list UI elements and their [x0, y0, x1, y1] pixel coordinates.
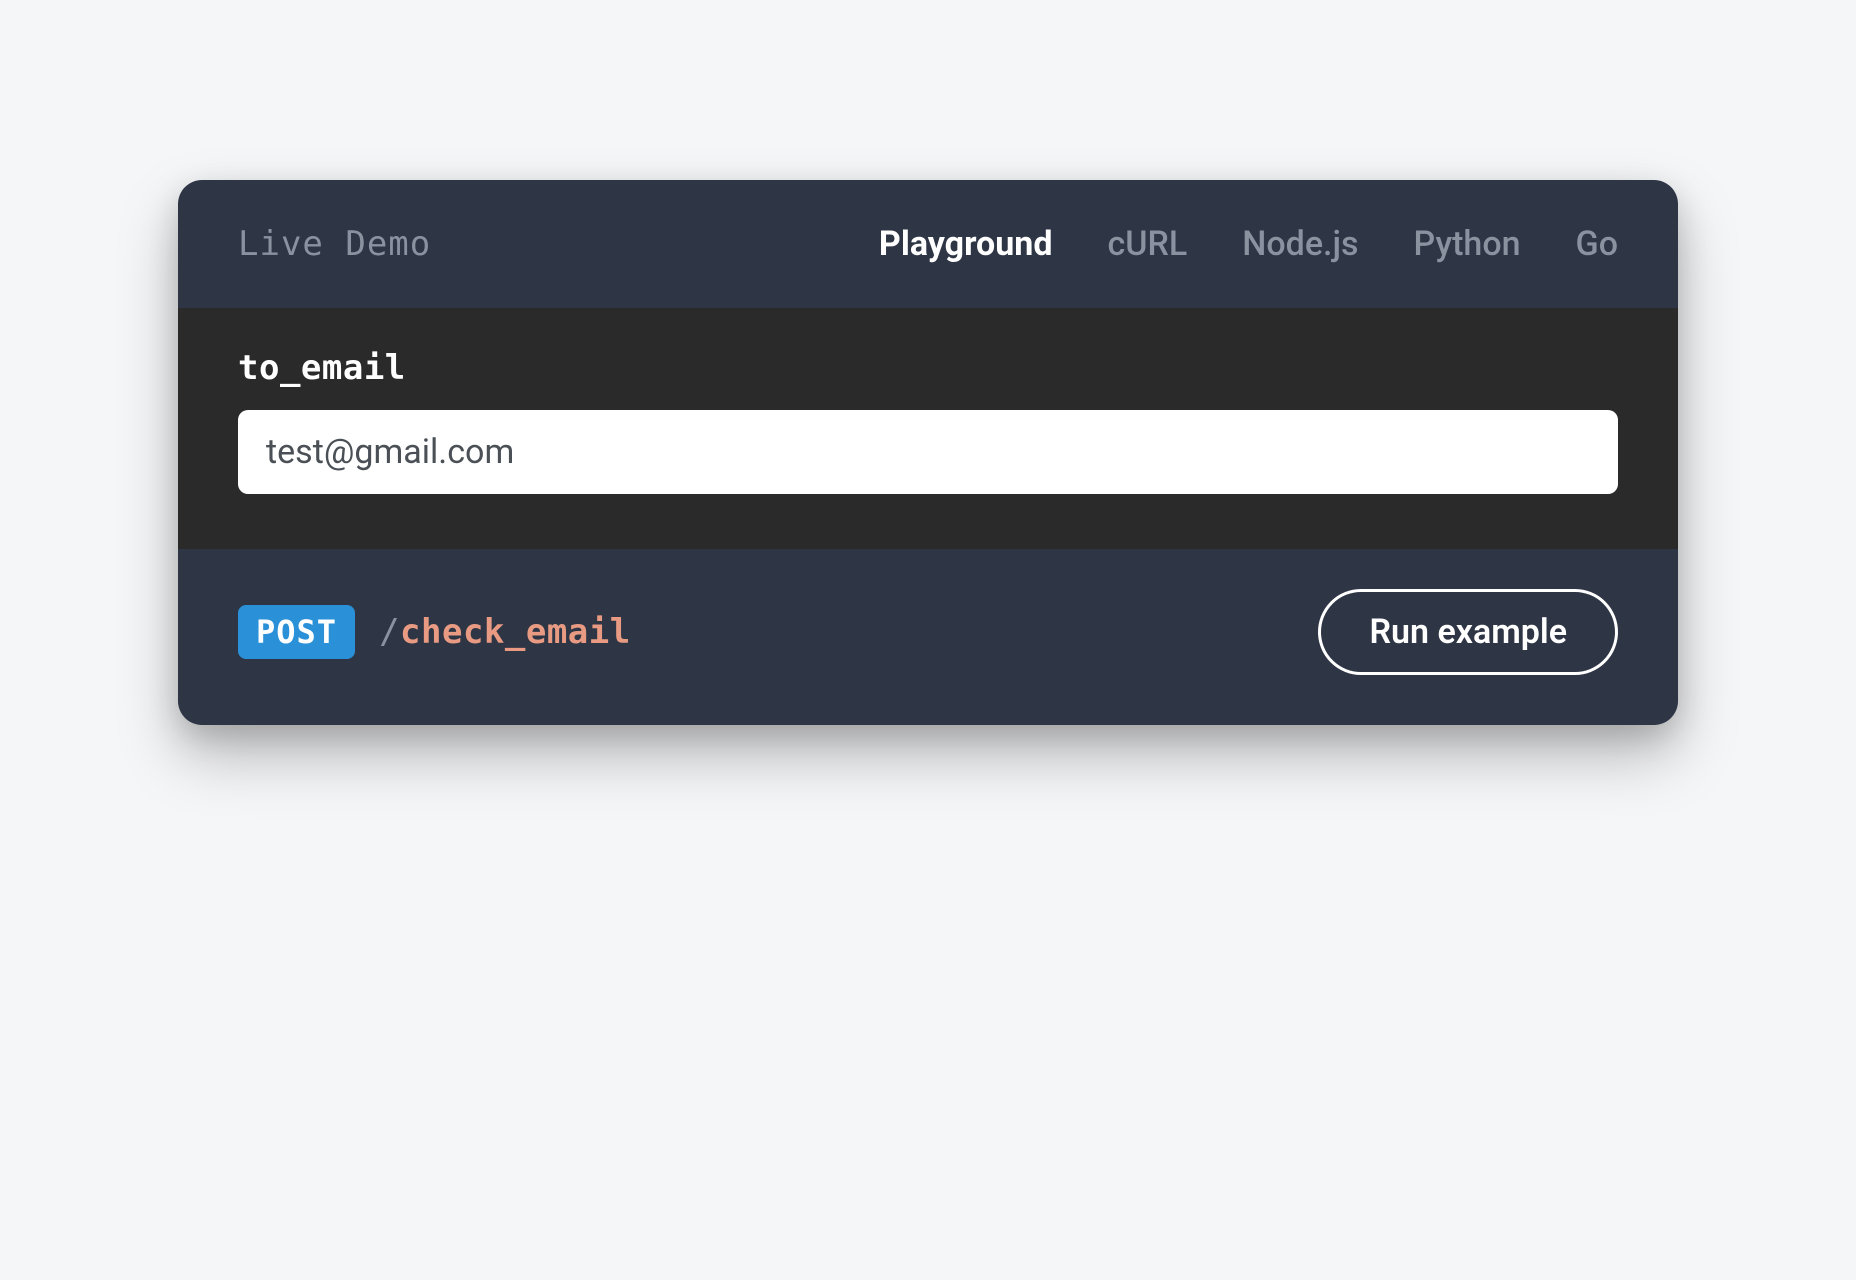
- tab-go[interactable]: Go: [1576, 224, 1618, 264]
- tab-playground[interactable]: Playground: [879, 224, 1053, 264]
- http-method-badge: POST: [238, 605, 355, 659]
- card-footer: POST /check_email Run example: [178, 549, 1678, 725]
- tab-nodejs[interactable]: Node.js: [1242, 224, 1358, 264]
- endpoint-name: check_email: [400, 612, 631, 652]
- api-demo-card: Live Demo Playground cURL Node.js Python…: [178, 180, 1678, 725]
- to-email-input[interactable]: [238, 410, 1618, 494]
- tabs: Playground cURL Node.js Python Go: [879, 224, 1618, 264]
- demo-label: Live Demo: [238, 224, 431, 264]
- card-body: to_email: [178, 308, 1678, 549]
- tab-curl[interactable]: cURL: [1107, 224, 1187, 264]
- field-label-to-email: to_email: [238, 348, 1618, 388]
- run-example-button[interactable]: Run example: [1318, 589, 1618, 675]
- endpoint-slash: /: [379, 612, 400, 652]
- tab-python[interactable]: Python: [1414, 224, 1521, 264]
- card-header: Live Demo Playground cURL Node.js Python…: [178, 180, 1678, 308]
- endpoint-path: /check_email: [379, 612, 631, 652]
